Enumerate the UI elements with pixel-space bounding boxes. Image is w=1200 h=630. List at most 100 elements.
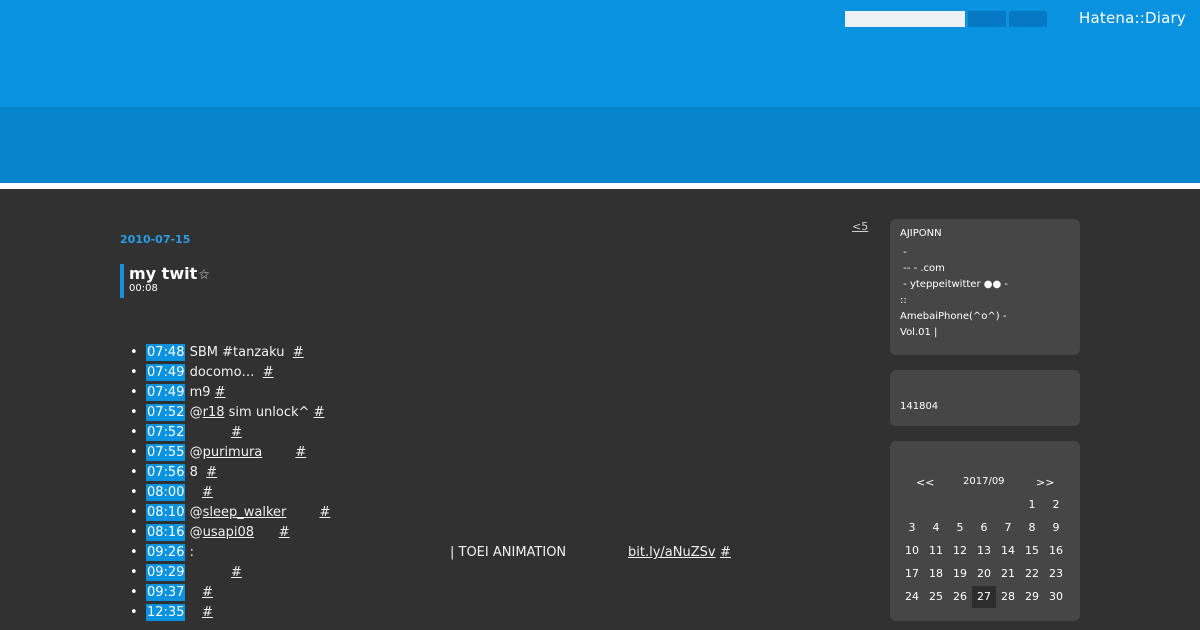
tweet-item: • 07:48 SBM #tanzaku # (130, 343, 850, 363)
calendar-day[interactable]: 6 (972, 517, 996, 539)
calendar-month-title[interactable]: 2017/09 (963, 476, 1005, 487)
calendar-day[interactable]: 15 (1020, 540, 1044, 562)
tweet-permalink[interactable]: # (202, 605, 213, 620)
tweet-permalink[interactable]: # (202, 485, 213, 500)
tag-icon: ⚝ (199, 269, 209, 280)
calendar-day[interactable]: 18 (924, 563, 948, 585)
entry-date[interactable]: 2010-07-15 (120, 233, 190, 246)
tweet-text (185, 605, 202, 620)
bullet-icon: • (130, 405, 138, 420)
calendar-day[interactable]: 8 (1020, 517, 1044, 539)
search-option-button[interactable] (1009, 11, 1047, 27)
search-input[interactable] (845, 11, 965, 27)
calendar-day[interactable]: 1 (1020, 494, 1044, 516)
older-entries-link[interactable]: <5 (852, 220, 868, 233)
calendar-day[interactable]: 28 (996, 586, 1020, 608)
tweet-permalink[interactable]: # (206, 465, 217, 480)
bullet-icon: • (130, 485, 138, 500)
tweet-permalink[interactable]: # (720, 543, 731, 563)
calendar-day[interactable]: 16 (1044, 540, 1068, 562)
tweet-time[interactable]: 07:56 (146, 464, 186, 481)
calendar-day[interactable]: 11 (924, 540, 948, 562)
tweet-permalink[interactable]: # (202, 585, 213, 600)
calendar-day[interactable]: 29 (1020, 586, 1044, 608)
calendar-day[interactable]: 17 (900, 563, 924, 585)
tweet-item: • 07:52 @r18 sim unlock^ # (130, 403, 850, 423)
calendar-day[interactable]: 13 (972, 540, 996, 562)
tweet-time[interactable]: 09:29 (146, 564, 186, 581)
tweet-text (286, 505, 319, 520)
tweet-text: @ (185, 505, 203, 520)
calendar-day[interactable]: 26 (948, 586, 972, 608)
calendar-day[interactable]: 12 (948, 540, 972, 562)
calendar-day[interactable]: 4 (924, 517, 948, 539)
calendar-prev-button[interactable]: << (916, 476, 934, 489)
tweet-user-link[interactable]: purimura (203, 445, 263, 460)
calendar-day[interactable]: 20 (972, 563, 996, 585)
calendar-day[interactable]: 9 (1044, 517, 1068, 539)
tweet-permalink[interactable]: # (263, 365, 274, 380)
calendar-day[interactable]: 22 (1020, 563, 1044, 585)
tweet-permalink[interactable]: # (319, 505, 330, 520)
tweet-permalink[interactable]: # (295, 445, 306, 460)
tweet-item: • 09:37 # (130, 583, 850, 603)
calendar-day[interactable]: 10 (900, 540, 924, 562)
tweet-user-link[interactable]: sleep_walker (203, 505, 287, 520)
profile-line: :: (900, 295, 907, 306)
calendar-day[interactable]: 21 (996, 563, 1020, 585)
calendar-day[interactable]: 27 (972, 586, 996, 608)
tweet-time[interactable]: 07:52 (146, 424, 186, 441)
tweet-permalink[interactable]: # (231, 425, 242, 440)
search-button[interactable] (968, 11, 1006, 27)
calendar-day[interactable]: 19 (948, 563, 972, 585)
calendar-day[interactable]: 7 (996, 517, 1020, 539)
tweet-item: • 12:35 # (130, 603, 850, 623)
tweet-item: • 07:49 m9 # (130, 383, 850, 403)
hatena-diary-logo[interactable]: Hatena::Diary (1079, 9, 1186, 27)
tweet-user-link[interactable]: r18 (203, 405, 225, 420)
tweet-time[interactable]: 08:00 (146, 484, 186, 501)
calendar-day[interactable]: 30 (1044, 586, 1068, 608)
entry-title-block: my twit ⚝ 00:08 (120, 264, 209, 298)
entry-title[interactable]: my twit (129, 264, 197, 283)
tweet-time[interactable]: 07:52 (146, 404, 186, 421)
profile-line: - yteppeitwitter ●● - (900, 279, 1008, 290)
tweet-time[interactable]: 08:10 (146, 504, 186, 521)
tweet-time[interactable]: 07:49 (146, 364, 186, 381)
calendar-day[interactable]: 25 (924, 586, 948, 608)
profile-line: - (900, 247, 907, 258)
tweet-item: • 07:55 @purimura # (130, 443, 850, 463)
calendar-day[interactable]: 3 (900, 517, 924, 539)
tweet-permalink[interactable]: # (293, 345, 304, 360)
tweet-permalink[interactable]: # (279, 525, 290, 540)
tweet-permalink[interactable]: # (231, 565, 242, 580)
tweet-permalink[interactable]: # (215, 385, 226, 400)
tweet-time[interactable]: 12:35 (146, 604, 186, 621)
calendar-day[interactable]: 5 (948, 517, 972, 539)
tweet-time[interactable]: 09:26 (146, 544, 186, 561)
calendar-day[interactable]: 24 (900, 586, 924, 608)
bullet-icon: • (130, 445, 138, 460)
bullet-icon: • (130, 565, 138, 580)
tweet-item: • 08:16 @usapi08 # (130, 523, 850, 543)
bullet-icon: • (130, 525, 138, 540)
calendar-day[interactable]: 14 (996, 540, 1020, 562)
calendar-next-button[interactable]: >> (1036, 476, 1054, 489)
tweet-text: SBM #tanzaku (185, 345, 293, 360)
tweet-user-link[interactable]: usapi08 (203, 525, 254, 540)
calendar-day[interactable]: 23 (1044, 563, 1068, 585)
tweet-time[interactable]: 08:16 (146, 524, 186, 541)
tweet-time[interactable]: 07:55 (146, 444, 186, 461)
profile-line: -- - .com (900, 263, 945, 274)
tweet-time[interactable]: 07:48 (146, 344, 186, 361)
tweet-text (185, 565, 230, 580)
tweet-time[interactable]: 07:49 (146, 384, 186, 401)
tweet-text: @ (185, 445, 203, 460)
tweet-text (254, 525, 279, 540)
profile-panel: AJIPONN - -- - .com - yteppeitwitter ●● … (890, 219, 1080, 355)
tweet-url-link[interactable]: bit.ly/aNuZSv (628, 543, 716, 563)
tweet-item: • 07:49 docomo… # (130, 363, 850, 383)
tweet-permalink[interactable]: # (314, 405, 325, 420)
calendar-day[interactable]: 2 (1044, 494, 1068, 516)
tweet-time[interactable]: 09:37 (146, 584, 186, 601)
